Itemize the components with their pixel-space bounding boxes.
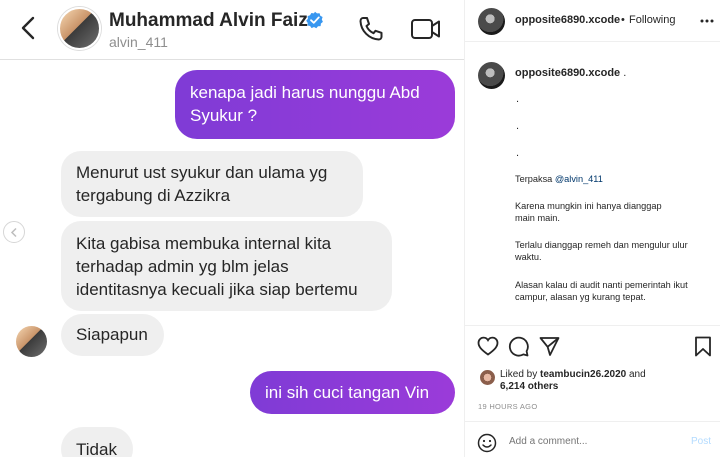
- author-avatar[interactable]: [478, 8, 505, 35]
- emoji-icon[interactable]: [477, 433, 497, 453]
- message-bubble-incoming: Kita gabisa membuka internal kita terhad…: [61, 221, 392, 311]
- comment-icon[interactable]: [508, 336, 529, 357]
- post-sidebar: opposite6890.xcode • Following opposite6…: [464, 0, 720, 457]
- message-line: kenapa jadi harus nunggu Abd: [190, 83, 420, 102]
- dm-contact-handle: alvin_411: [109, 34, 168, 50]
- heart-icon[interactable]: [477, 336, 499, 356]
- message-line: Menurut ust syukur dan ulama yg: [76, 163, 328, 182]
- following-button[interactable]: Following: [629, 14, 675, 26]
- post-comment-button[interactable]: Post: [691, 436, 711, 447]
- likes-mid: and: [626, 369, 646, 380]
- caption-dot: .: [516, 147, 520, 159]
- caption-dot: .: [516, 120, 520, 132]
- author-username[interactable]: opposite6890.xcode: [515, 14, 620, 26]
- caption-line: Terpaksa @alvin_411: [515, 173, 715, 185]
- more-options-icon[interactable]: [700, 19, 714, 23]
- caption-line: Karena mungkin ini hanya dianggap main m…: [515, 201, 662, 223]
- caption-line: Terlalu dianggap remeh dan mengulur ulur…: [515, 240, 688, 262]
- dm-contact-avatar[interactable]: [58, 7, 101, 50]
- actions-divider: [465, 325, 720, 326]
- message-line: ini sih cuci tangan Vin: [265, 383, 430, 402]
- caption-mention[interactable]: @alvin_411: [555, 174, 603, 184]
- caption-author-avatar[interactable]: [478, 62, 505, 89]
- liker-avatar[interactable]: [480, 370, 495, 385]
- bookmark-icon[interactable]: [694, 336, 712, 357]
- message-line: identitasnya kecuali jika siap bertemu: [76, 280, 358, 299]
- caption-header: opposite6890.xcode .: [515, 67, 626, 79]
- caption-text: Terpaksa: [515, 174, 555, 184]
- dm-screenshot: Muhammad Alvin Faiz alvin_411 kenapa jad…: [0, 0, 464, 457]
- share-icon[interactable]: [539, 336, 560, 357]
- sender-avatar: [16, 326, 47, 357]
- caption-username[interactable]: opposite6890.xcode: [515, 67, 620, 79]
- caption-username-suffix: .: [620, 67, 627, 79]
- message-line: Syukur ?: [190, 106, 258, 125]
- comment-divider: [465, 421, 720, 422]
- likes-summary: Liked by teambucin26.2020 and 6,214 othe…: [500, 369, 710, 393]
- back-arrow-icon[interactable]: [18, 15, 40, 41]
- comment-input[interactable]: [509, 436, 679, 447]
- message-bubble-incoming: Tidak: [61, 427, 133, 457]
- likes-user[interactable]: teambucin26.2020: [540, 369, 626, 380]
- message-line: Siapapun: [76, 325, 148, 344]
- likes-prefix: Liked by: [500, 369, 541, 380]
- message-line: terhadap admin yg blm jelas: [76, 257, 289, 276]
- carousel-prev-button[interactable]: [3, 221, 25, 243]
- message-bubble-outgoing: kenapa jadi harus nunggu Abd Syukur ?: [175, 70, 455, 139]
- message-line: Kita gabisa membuka internal kita: [76, 234, 332, 253]
- dm-header: Muhammad Alvin Faiz alvin_411: [0, 0, 464, 60]
- message-bubble-outgoing: ini sih cuci tangan Vin: [250, 371, 455, 414]
- message-line: tergabung di Azzikra: [76, 186, 231, 205]
- caption-dot: .: [516, 93, 520, 105]
- chevron-left-icon: [10, 227, 17, 238]
- header-separator: •: [621, 14, 625, 26]
- verified-badge-icon: [306, 11, 323, 29]
- message-bubble-incoming: Menurut ust syukur dan ulama yg tergabun…: [61, 151, 363, 217]
- dm-contact-name[interactable]: Muhammad Alvin Faiz: [109, 10, 308, 32]
- phone-call-icon[interactable]: [356, 14, 386, 44]
- message-bubble-incoming: Siapapun: [61, 314, 164, 356]
- caption-line: Alasan kalau di audit nanti pemerintah i…: [515, 280, 688, 302]
- message-line: Tidak: [76, 440, 117, 457]
- likes-count[interactable]: 6,214 others: [500, 381, 558, 392]
- post-header: opposite6890.xcode • Following: [465, 0, 720, 42]
- video-call-icon[interactable]: [410, 14, 442, 44]
- post-timestamp[interactable]: 19 HOURS AGO: [478, 402, 537, 411]
